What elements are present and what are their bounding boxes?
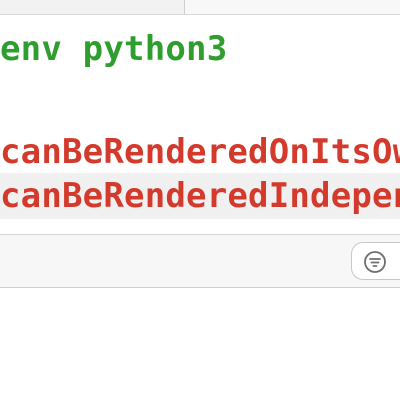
code-line-identifier: canBeRenderedOnItsOwn: [0, 132, 400, 172]
code-editor[interactable]: env python3 canBeRenderedOnItsOwn canBeR…: [0, 15, 400, 234]
filter-icon[interactable]: [363, 250, 387, 274]
debug-bar: [0, 235, 400, 288]
editor-tab-active[interactable]: [0, 0, 185, 14]
code-line-shebang: env python3: [0, 29, 228, 69]
tab-bar: [0, 0, 400, 15]
console-area[interactable]: [0, 288, 400, 400]
code-line-current: canBeRenderedIndependently: [0, 173, 400, 219]
tab-bar-empty-area: [185, 0, 400, 14]
filter-field[interactable]: [351, 242, 400, 280]
